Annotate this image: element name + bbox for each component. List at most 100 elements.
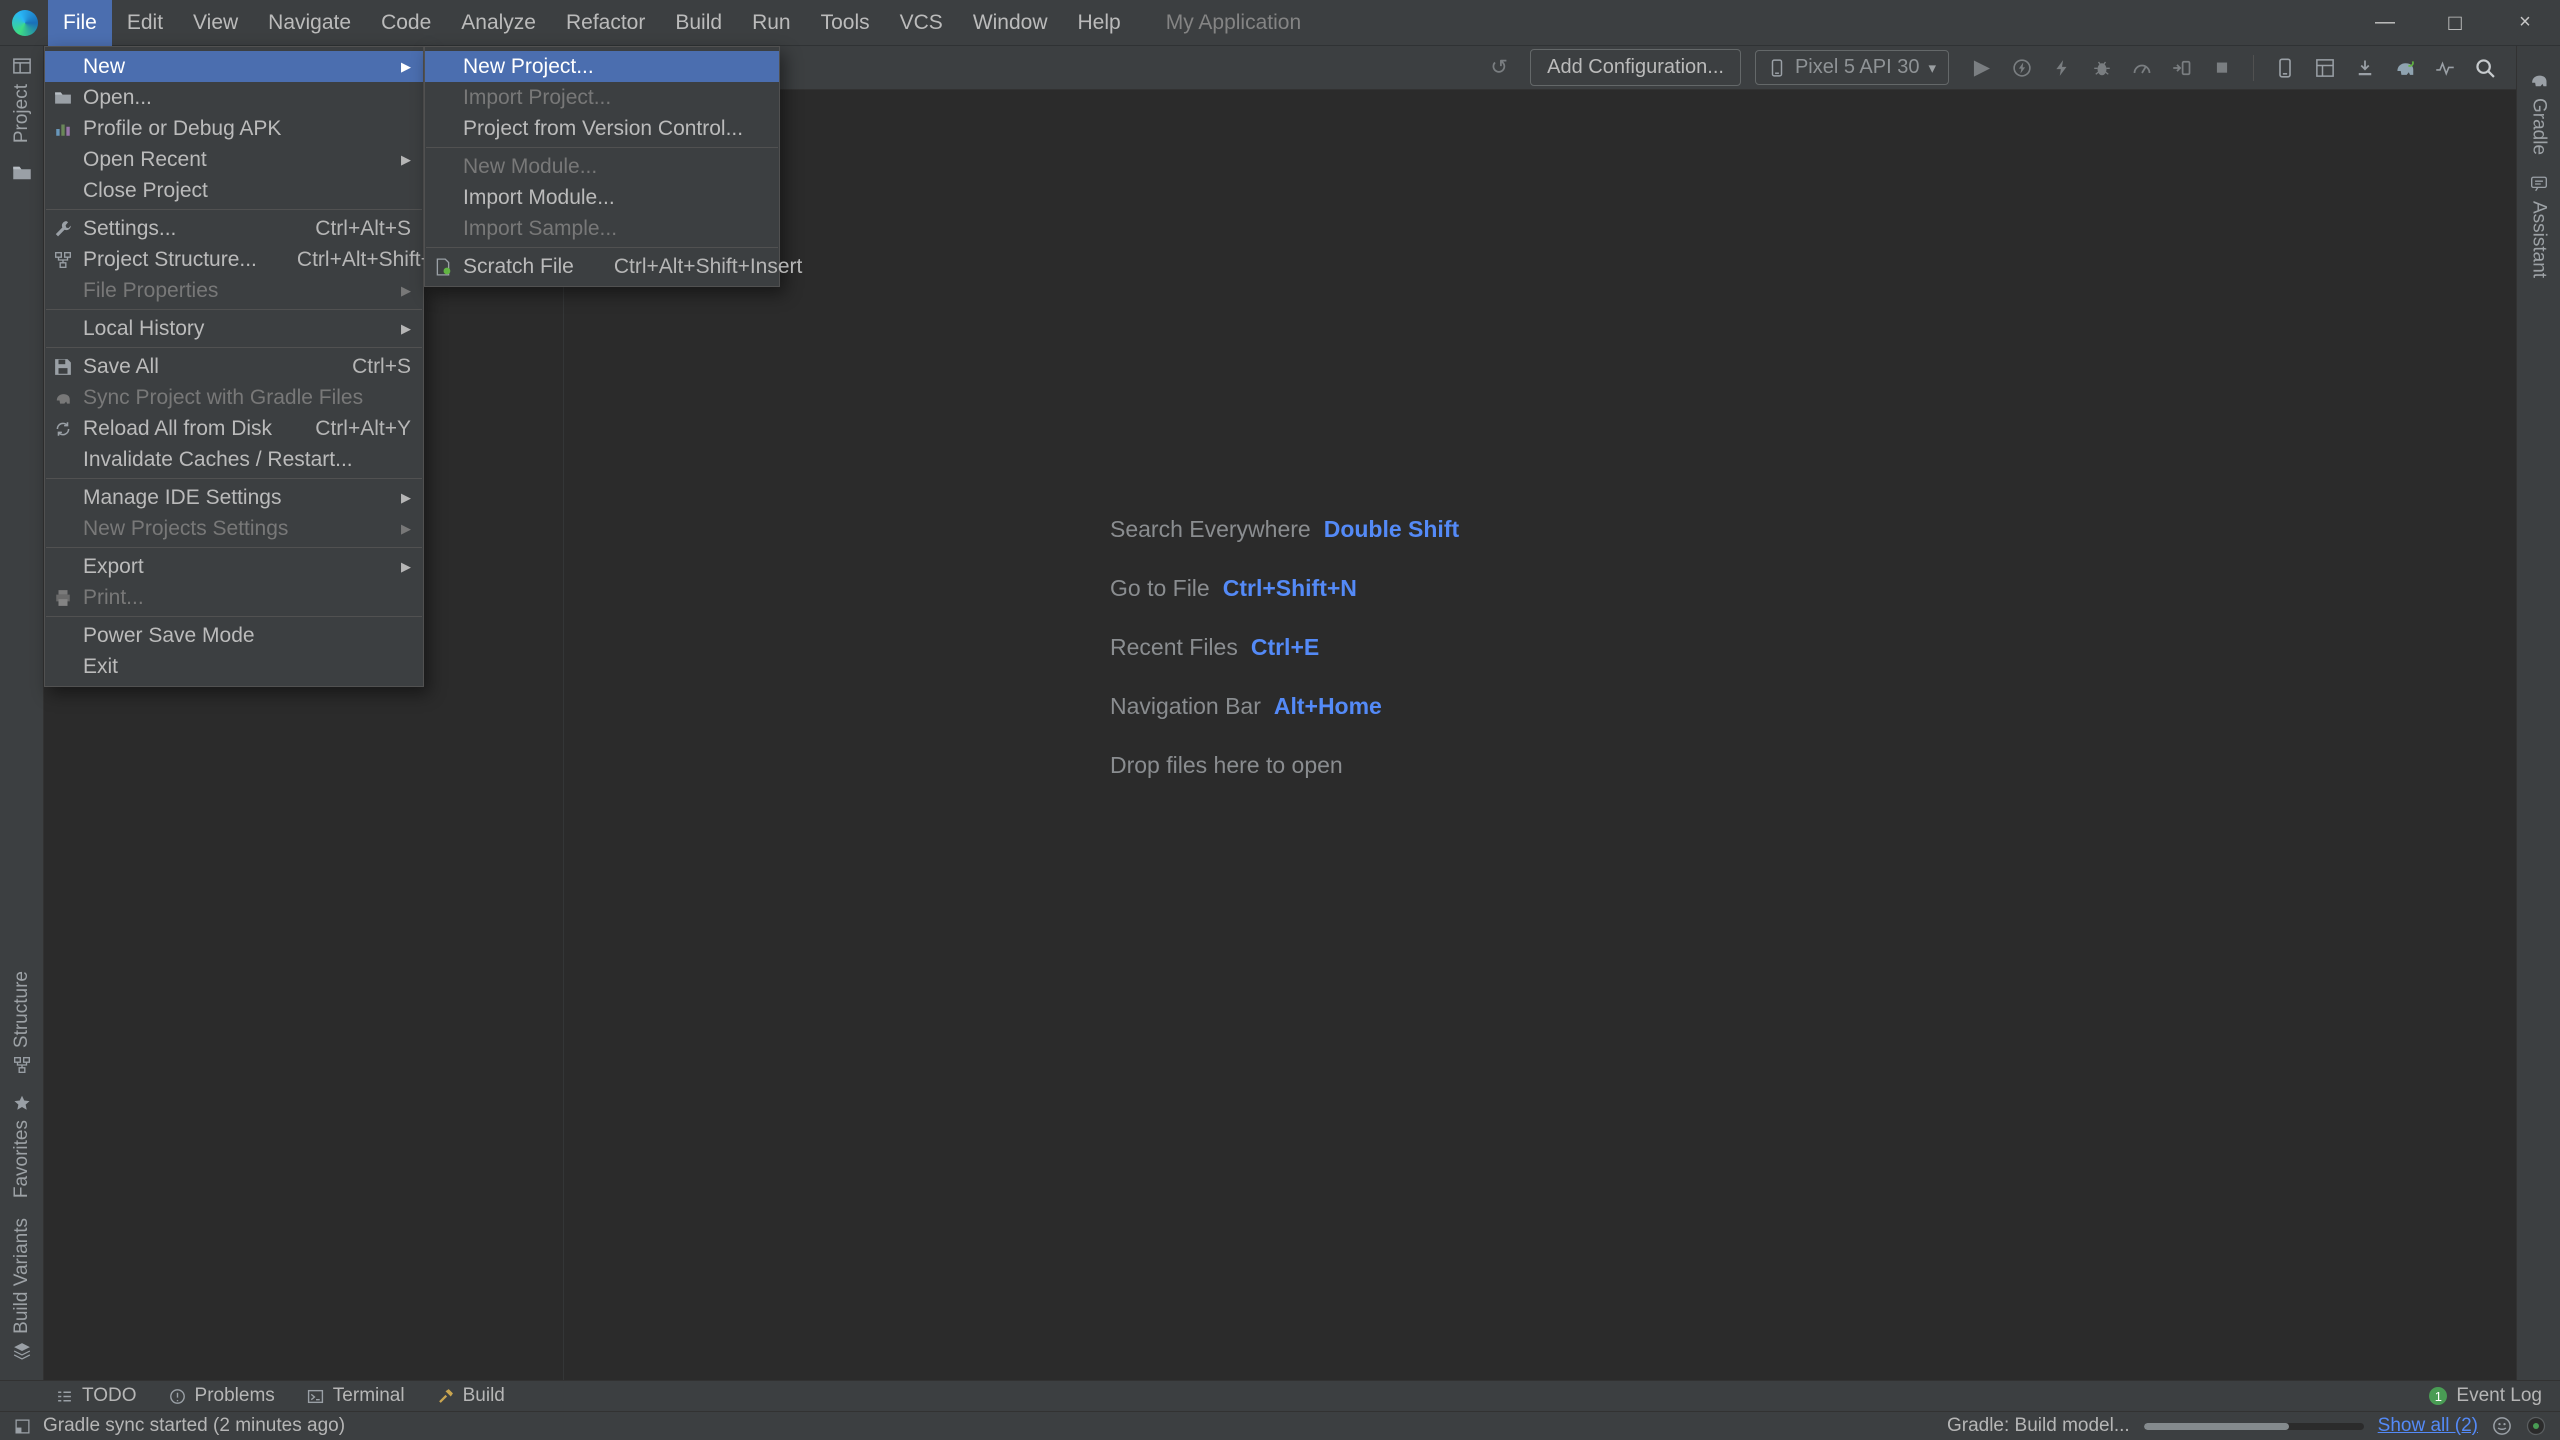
menu-item-label: Save All <box>83 355 159 379</box>
menu-item-project-structure[interactable]: Project Structure... Ctrl+Alt+Shift+S <box>45 244 423 275</box>
menu-item-project-from-version-control[interactable]: Project from Version Control... <box>425 113 779 144</box>
debug-icon[interactable] <box>2085 51 2119 85</box>
menu-item-open[interactable]: Open... <box>45 82 423 113</box>
menu-item-new-project[interactable]: New Project... <box>425 51 779 82</box>
tool-button-build-variants[interactable]: Build Variants <box>11 1208 33 1370</box>
tool-button-resource-manager[interactable] <box>12 153 32 193</box>
menu-item-import-module[interactable]: Import Module... <box>425 182 779 213</box>
menu-item-profile-or-debug-apk[interactable]: Profile or Debug APK <box>45 113 423 144</box>
menubar-edit[interactable]: Edit <box>112 0 178 46</box>
minimize-button[interactable]: — <box>2350 0 2420 46</box>
device-selector-label: Pixel 5 API 30 <box>1795 56 1920 79</box>
search-everywhere-icon[interactable] <box>2468 51 2502 85</box>
menu-item-export[interactable]: Export ▶ <box>45 551 423 582</box>
tool-button-terminal[interactable]: Terminal <box>291 1381 421 1411</box>
sdk-manager-icon[interactable] <box>2348 51 2382 85</box>
left-tool-stripe: Project Structure Favorites Build Varian… <box>0 46 44 1380</box>
tool-button-build-label: Build <box>463 1385 505 1407</box>
apply-code-changes-icon[interactable] <box>2045 51 2079 85</box>
menubar-navigate[interactable]: Navigate <box>253 0 366 46</box>
menu-item-new[interactable]: New ▶ <box>45 51 423 82</box>
tool-button-favorites[interactable]: Favorites <box>11 1084 33 1208</box>
feedback-smiley-icon[interactable] <box>2492 1416 2512 1436</box>
titlebar: File Edit View Navigate Code Analyze Ref… <box>0 0 2560 46</box>
gradle-sync-icon[interactable] <box>2388 51 2422 85</box>
menu-item-manage-ide-settings[interactable]: Manage IDE Settings ▶ <box>45 482 423 513</box>
tool-button-assistant-label: Assistant <box>2528 201 2550 278</box>
add-configuration-button[interactable]: Add Configuration... <box>1530 49 1741 86</box>
profile-icon[interactable] <box>2125 51 2159 85</box>
menu-item-scratch-file[interactable]: Scratch File Ctrl+Alt+Shift+Insert <box>425 251 779 282</box>
apply-changes-icon[interactable] <box>2005 51 2039 85</box>
menu-item-import-project[interactable]: Import Project... <box>425 82 779 113</box>
menubar-file[interactable]: File <box>48 0 112 46</box>
menubar-window[interactable]: Window <box>958 0 1063 46</box>
menubar-code[interactable]: Code <box>366 0 446 46</box>
undo-icon[interactable]: ↺ <box>1482 51 1516 85</box>
tool-button-project[interactable]: Project <box>11 46 33 153</box>
menu-separator <box>46 616 422 617</box>
menu-item-save-all[interactable]: Save All Ctrl+S <box>45 351 423 382</box>
hint-label: Recent Files <box>1110 634 1238 660</box>
close-button[interactable]: × <box>2490 0 2560 46</box>
menu-item-open-recent[interactable]: Open Recent ▶ <box>45 144 423 175</box>
chevron-down-icon: ▾ <box>1928 59 1936 77</box>
hint-label: Drop files here to open <box>1110 752 1343 778</box>
menu-item-label: Profile or Debug APK <box>83 117 281 141</box>
toolwindow-toggle-icon[interactable] <box>14 1418 31 1435</box>
menubar-vcs[interactable]: VCS <box>885 0 958 46</box>
menu-item-new-projects-settings[interactable]: New Projects Settings ▶ <box>45 513 423 544</box>
tool-button-structure[interactable]: Structure <box>11 961 33 1084</box>
event-log-badge: 1 <box>2429 1387 2447 1405</box>
tool-button-todo[interactable]: TODO <box>40 1381 153 1411</box>
menubar-build[interactable]: Build <box>660 0 737 46</box>
maximize-button[interactable]: □ <box>2420 0 2490 46</box>
menu-item-label: Close Project <box>83 179 208 203</box>
menu-item-new-module[interactable]: New Module... <box>425 151 779 182</box>
menubar-refactor[interactable]: Refactor <box>551 0 660 46</box>
folder-icon <box>51 86 75 110</box>
run-icon[interactable]: ▶ <box>1965 51 1999 85</box>
menu-item-import-sample[interactable]: Import Sample... <box>425 213 779 244</box>
shortcut-hint-search-everywhere: Search EverywhereDouble Shift <box>1110 515 1459 544</box>
menubar-run[interactable]: Run <box>737 0 806 46</box>
profiler-icon[interactable] <box>2428 51 2462 85</box>
gradle-progress-fill <box>2144 1423 2289 1430</box>
notifications-icon[interactable] <box>2526 1416 2546 1436</box>
menu-item-sync-project-gradle[interactable]: Sync Project with Gradle Files <box>45 382 423 413</box>
scratch-file-icon <box>431 255 455 279</box>
menu-item-label: Sync Project with Gradle Files <box>83 386 363 410</box>
menu-item-file-properties[interactable]: File Properties ▶ <box>45 275 423 306</box>
menu-item-label: Exit <box>83 655 118 679</box>
device-manager-icon[interactable] <box>2268 51 2302 85</box>
menu-item-power-save-mode[interactable]: Power Save Mode <box>45 620 423 651</box>
show-all-link[interactable]: Show all (2) <box>2378 1415 2478 1437</box>
menu-item-local-history[interactable]: Local History ▶ <box>45 313 423 344</box>
menu-item-invalidate-caches[interactable]: Invalidate Caches / Restart... <box>45 444 423 475</box>
menubar-tools[interactable]: Tools <box>806 0 885 46</box>
tool-button-event-log[interactable]: Event Log <box>2456 1385 2542 1407</box>
tool-button-assistant[interactable]: Assistant <box>2528 165 2550 288</box>
menu-item-settings[interactable]: Settings... Ctrl+Alt+S <box>45 213 423 244</box>
device-selector[interactable]: Pixel 5 API 30 ▾ <box>1755 50 1949 85</box>
tool-button-build[interactable]: Build <box>421 1381 521 1411</box>
attach-debugger-icon[interactable] <box>2165 51 2199 85</box>
tool-button-gradle[interactable]: Gradle <box>2528 60 2550 165</box>
menu-item-close-project[interactable]: Close Project <box>45 175 423 206</box>
menu-item-reload-all-from-disk[interactable]: Reload All from Disk Ctrl+Alt+Y <box>45 413 423 444</box>
menu-item-print[interactable]: Print... <box>45 582 423 613</box>
tool-button-problems[interactable]: Problems <box>153 1381 291 1411</box>
menubar-help[interactable]: Help <box>1063 0 1136 46</box>
stop-icon[interactable]: ■ <box>2205 51 2239 85</box>
menu-separator <box>46 347 422 348</box>
tool-button-problems-label: Problems <box>195 1385 275 1407</box>
terminal-icon <box>307 1388 324 1405</box>
layout-inspector-icon[interactable] <box>2308 51 2342 85</box>
submenu-arrow-icon: ▶ <box>381 559 411 575</box>
menu-item-exit[interactable]: Exit <box>45 651 423 682</box>
menu-item-label: Import Sample... <box>463 217 617 241</box>
hint-shortcut: Ctrl+E <box>1251 634 1319 660</box>
menubar-analyze[interactable]: Analyze <box>446 0 551 46</box>
menubar-view[interactable]: View <box>178 0 253 46</box>
menu-item-shortcut: Ctrl+Alt+S <box>275 217 411 241</box>
